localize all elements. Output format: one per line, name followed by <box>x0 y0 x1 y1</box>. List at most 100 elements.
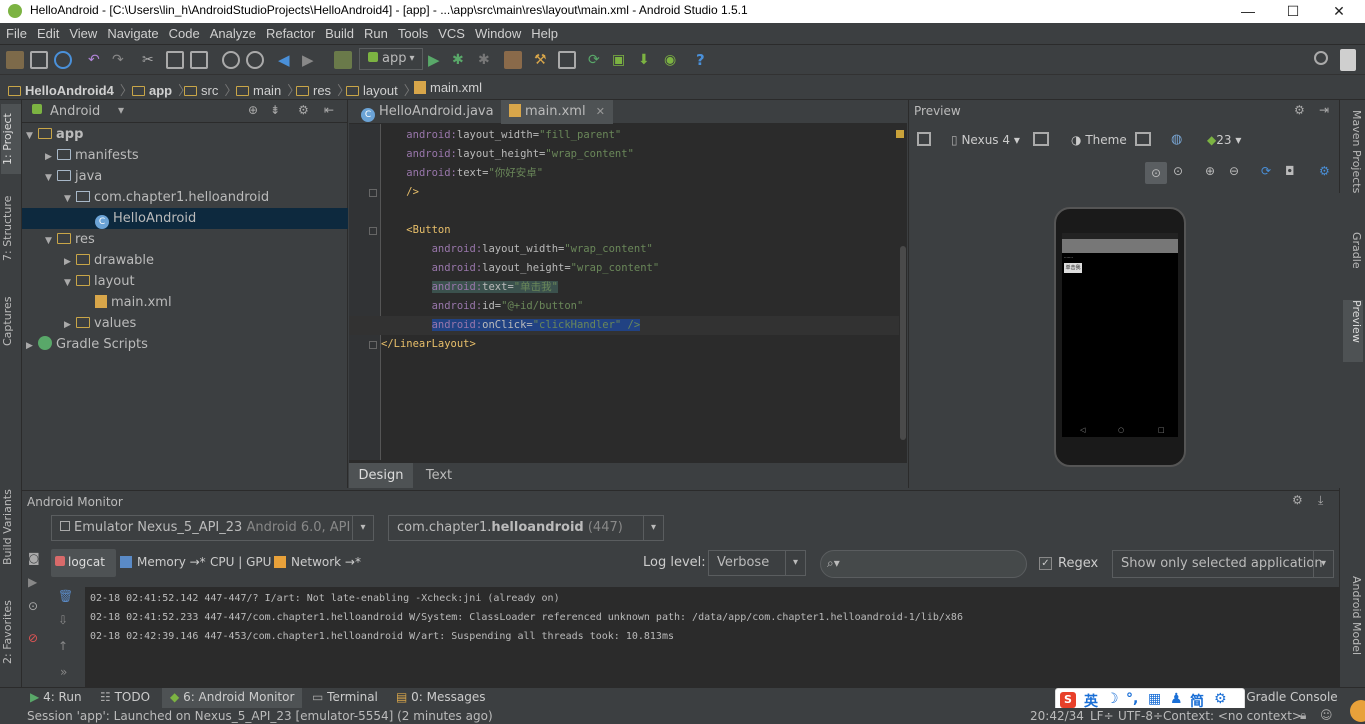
tab-design[interactable]: Design <box>349 463 413 488</box>
sync-icon[interactable] <box>54 51 72 69</box>
hide-icon[interactable]: ⇤ <box>324 103 334 117</box>
refresh-icon[interactable]: ⟳ <box>1261 164 1271 178</box>
tab-run[interactable]: ▶ 4: Run <box>30 690 82 704</box>
sdk-icon[interactable]: ⬇ <box>638 51 656 69</box>
maximize-button[interactable]: ☐ <box>1270 0 1316 23</box>
breadcrumb-item[interactable]: layout 〉 <box>346 80 423 99</box>
menu-item-help[interactable]: Help <box>531 23 558 41</box>
project-structure-icon[interactable]: ⚒ <box>534 51 552 69</box>
tree-item[interactable]: ▼ layout <box>22 271 348 292</box>
sdk-manager-icon[interactable] <box>558 51 576 69</box>
cut-icon[interactable]: ✂ <box>142 51 160 69</box>
file-encoding[interactable]: UTF-8÷ <box>1118 709 1163 724</box>
line-separator[interactable]: LF÷ <box>1090 709 1114 724</box>
close-button[interactable]: ✕ <box>1316 0 1362 23</box>
tree-item[interactable]: ▶ values <box>22 313 348 334</box>
fold-marker-icon[interactable] <box>369 189 377 197</box>
menu-item-tools[interactable]: Tools <box>398 23 428 41</box>
scroll-from-source-icon[interactable]: ⊕ <box>248 103 258 117</box>
terminate-icon[interactable]: ⊘ <box>28 631 38 645</box>
copy-icon[interactable] <box>166 51 184 69</box>
back-icon[interactable]: ◀ <box>278 51 296 69</box>
tree-item[interactable]: ▼ java <box>22 166 348 187</box>
menu-item-window[interactable]: Window <box>475 23 521 41</box>
log-search-input[interactable]: ⌕▾ <box>820 550 1027 578</box>
up-icon[interactable]: ↑ <box>58 639 68 653</box>
zoom-in-icon[interactable]: ⊕ <box>1205 164 1215 178</box>
caret-position[interactable]: 20:42/34 <box>1030 709 1084 724</box>
replace-icon[interactable] <box>246 51 264 69</box>
camera-icon[interactable]: ◙ <box>28 551 40 565</box>
more-icon[interactable]: » <box>60 665 67 679</box>
notification-icon[interactable] <box>1350 700 1365 722</box>
tree-item[interactable]: ▶ drawable <box>22 250 348 271</box>
gradle-sync-icon[interactable]: ⟳ <box>588 51 606 69</box>
inspector-icon[interactable]: ☺ <box>1320 708 1333 723</box>
tab-cpu-gpu[interactable]: CPU | GPU <box>207 549 271 577</box>
scroll-end-icon[interactable]: ⇩ <box>58 613 68 627</box>
tab-gradle[interactable]: Gradle <box>1343 232 1363 288</box>
inspect-icon[interactable]: ⊙ <box>28 599 38 613</box>
gear-icon[interactable]: ⚙ <box>1292 493 1303 507</box>
fold-marker-icon[interactable] <box>369 341 377 349</box>
expand-arrow-icon[interactable]: ▼ <box>45 231 57 252</box>
api-select[interactable]: ◆23 ▾ <box>1207 133 1241 147</box>
keyboard-icon[interactable]: ▦ <box>1148 691 1161 707</box>
tab-memory[interactable]: Memory →* <box>118 549 206 577</box>
tab-preview[interactable]: Preview <box>1343 300 1363 362</box>
android-device-monitor-icon[interactable]: ◉ <box>664 51 682 69</box>
tree-item[interactable]: ▶ Gradle Scripts <box>22 334 348 355</box>
gear-icon[interactable]: ⚙ <box>298 103 309 117</box>
tab-network[interactable]: Network →* <box>272 549 362 577</box>
context-indicator[interactable]: Context: <no context> <box>1163 709 1302 724</box>
attach-debugger-icon[interactable]: ✱ <box>478 51 496 69</box>
zoom-out-icon[interactable]: ⊖ <box>1229 164 1239 178</box>
menu-item-edit[interactable]: Edit <box>37 23 59 41</box>
tree-item[interactable]: C HelloAndroid <box>22 208 348 229</box>
tab-build-variants[interactable]: Build Variants <box>1 482 21 572</box>
expand-arrow-icon[interactable]: ▼ <box>26 126 38 147</box>
avd-manager-icon[interactable]: ▣ <box>612 51 630 69</box>
zoom-fit-icon[interactable]: ⊙ <box>1145 162 1167 184</box>
theme-select[interactable]: ◑ Theme <box>1071 133 1127 147</box>
menu-item-file[interactable]: File <box>6 23 27 41</box>
tab-messages[interactable]: ▤ 0: Messages <box>396 690 486 704</box>
find-icon[interactable] <box>222 51 240 69</box>
run-icon[interactable]: ▶ <box>428 51 446 69</box>
hide-icon[interactable]: ⇥ <box>1319 103 1329 117</box>
tab-structure[interactable]: 7: Structure <box>1 192 21 264</box>
tab-android-model[interactable]: Android Model <box>1343 576 1363 676</box>
menu-item-run[interactable]: Run <box>364 23 388 41</box>
run-config-select[interactable]: app ▾ <box>359 48 423 70</box>
tab-project[interactable]: 1: Project <box>1 104 21 174</box>
regex-checkbox[interactable]: ✓ <box>1039 557 1052 570</box>
save-icon[interactable] <box>30 51 48 69</box>
minimize-button[interactable]: — <box>1225 0 1271 23</box>
menu-item-refactor[interactable]: Refactor <box>266 23 315 41</box>
help-icon[interactable]: ? <box>696 51 714 69</box>
debug-icon[interactable]: ✱ <box>452 51 470 69</box>
project-view-mode[interactable]: Android <box>50 104 100 119</box>
menu-item-vcs[interactable]: VCS <box>438 23 465 41</box>
paste-icon[interactable] <box>190 51 208 69</box>
user-icon[interactable]: ♟ <box>1170 691 1183 707</box>
settings-icon[interactable]: ⚙ <box>1319 164 1330 178</box>
punctuation-icon[interactable]: °, <box>1126 691 1138 707</box>
hide-icon[interactable]: ⤓ <box>1318 493 1323 508</box>
undo-icon[interactable]: ↶ <box>88 51 106 69</box>
code-area[interactable]: android:layout_width="fill_parent" andro… <box>349 124 899 460</box>
process-select[interactable]: com.chapter1.helloandroid (447) ▾ <box>388 515 664 541</box>
scrollbar[interactable] <box>1340 49 1356 71</box>
breadcrumb-item[interactable]: src 〉 <box>184 80 243 99</box>
tab-main-xml[interactable]: main.xml ✕ <box>501 100 613 124</box>
ime-settings-icon[interactable]: ⚙ <box>1214 691 1227 707</box>
tab-text[interactable]: Text <box>415 463 463 488</box>
tab-maven-projects[interactable]: Maven Projects <box>1343 110 1363 210</box>
tree-item[interactable]: main.xml <box>22 292 348 313</box>
filter-select[interactable]: Show only selected application ▾ <box>1112 550 1334 578</box>
open-icon[interactable] <box>6 51 24 69</box>
fold-marker-icon[interactable] <box>369 227 377 235</box>
editor-scrollbar[interactable] <box>900 246 906 440</box>
expand-arrow-icon[interactable]: ▼ <box>64 273 76 294</box>
tab-android-monitor[interactable]: ◆ 6: Android Monitor <box>162 688 303 709</box>
